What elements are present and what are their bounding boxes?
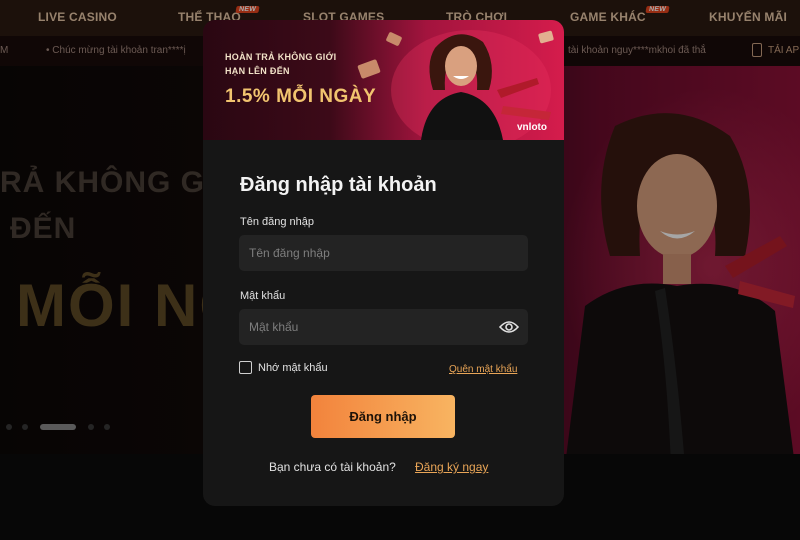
signup-link[interactable]: Đăng ký ngay — [415, 460, 488, 474]
login-button[interactable]: Đăng nhập — [311, 395, 455, 438]
password-label: Mật khẩu — [240, 290, 286, 302]
promo-banner: HOÀN TRẢ KHÔNG GIỚI HẠN LÊN ĐẾN 1.5% MỖI… — [203, 20, 564, 140]
username-label: Tên đăng nhập — [240, 216, 315, 228]
promo-banner-art — [357, 30, 554, 140]
promo-line1: HOÀN TRẢ KHÔNG GIỚI — [225, 52, 337, 62]
signup-prompt: Bạn chưa có tài khoản? — [269, 460, 396, 474]
eye-icon[interactable] — [499, 319, 519, 335]
username-input[interactable] — [239, 235, 528, 271]
remember-checkbox[interactable] — [239, 361, 252, 374]
forgot-password-link[interactable]: Quên mật khẩu — [449, 364, 517, 375]
login-title: Đăng nhập tài khoản — [240, 174, 437, 196]
promo-headline: 1.5% MỖI NGÀY — [225, 86, 377, 107]
login-modal: HOÀN TRẢ KHÔNG GIỚI HẠN LÊN ĐẾN 1.5% MỖI… — [203, 20, 564, 506]
password-input[interactable] — [239, 309, 528, 345]
promo-line2: HẠN LÊN ĐẾN — [225, 66, 290, 76]
remember-label: Nhớ mật khẩu — [258, 362, 328, 374]
brand-logo: vnloto — [517, 122, 547, 133]
